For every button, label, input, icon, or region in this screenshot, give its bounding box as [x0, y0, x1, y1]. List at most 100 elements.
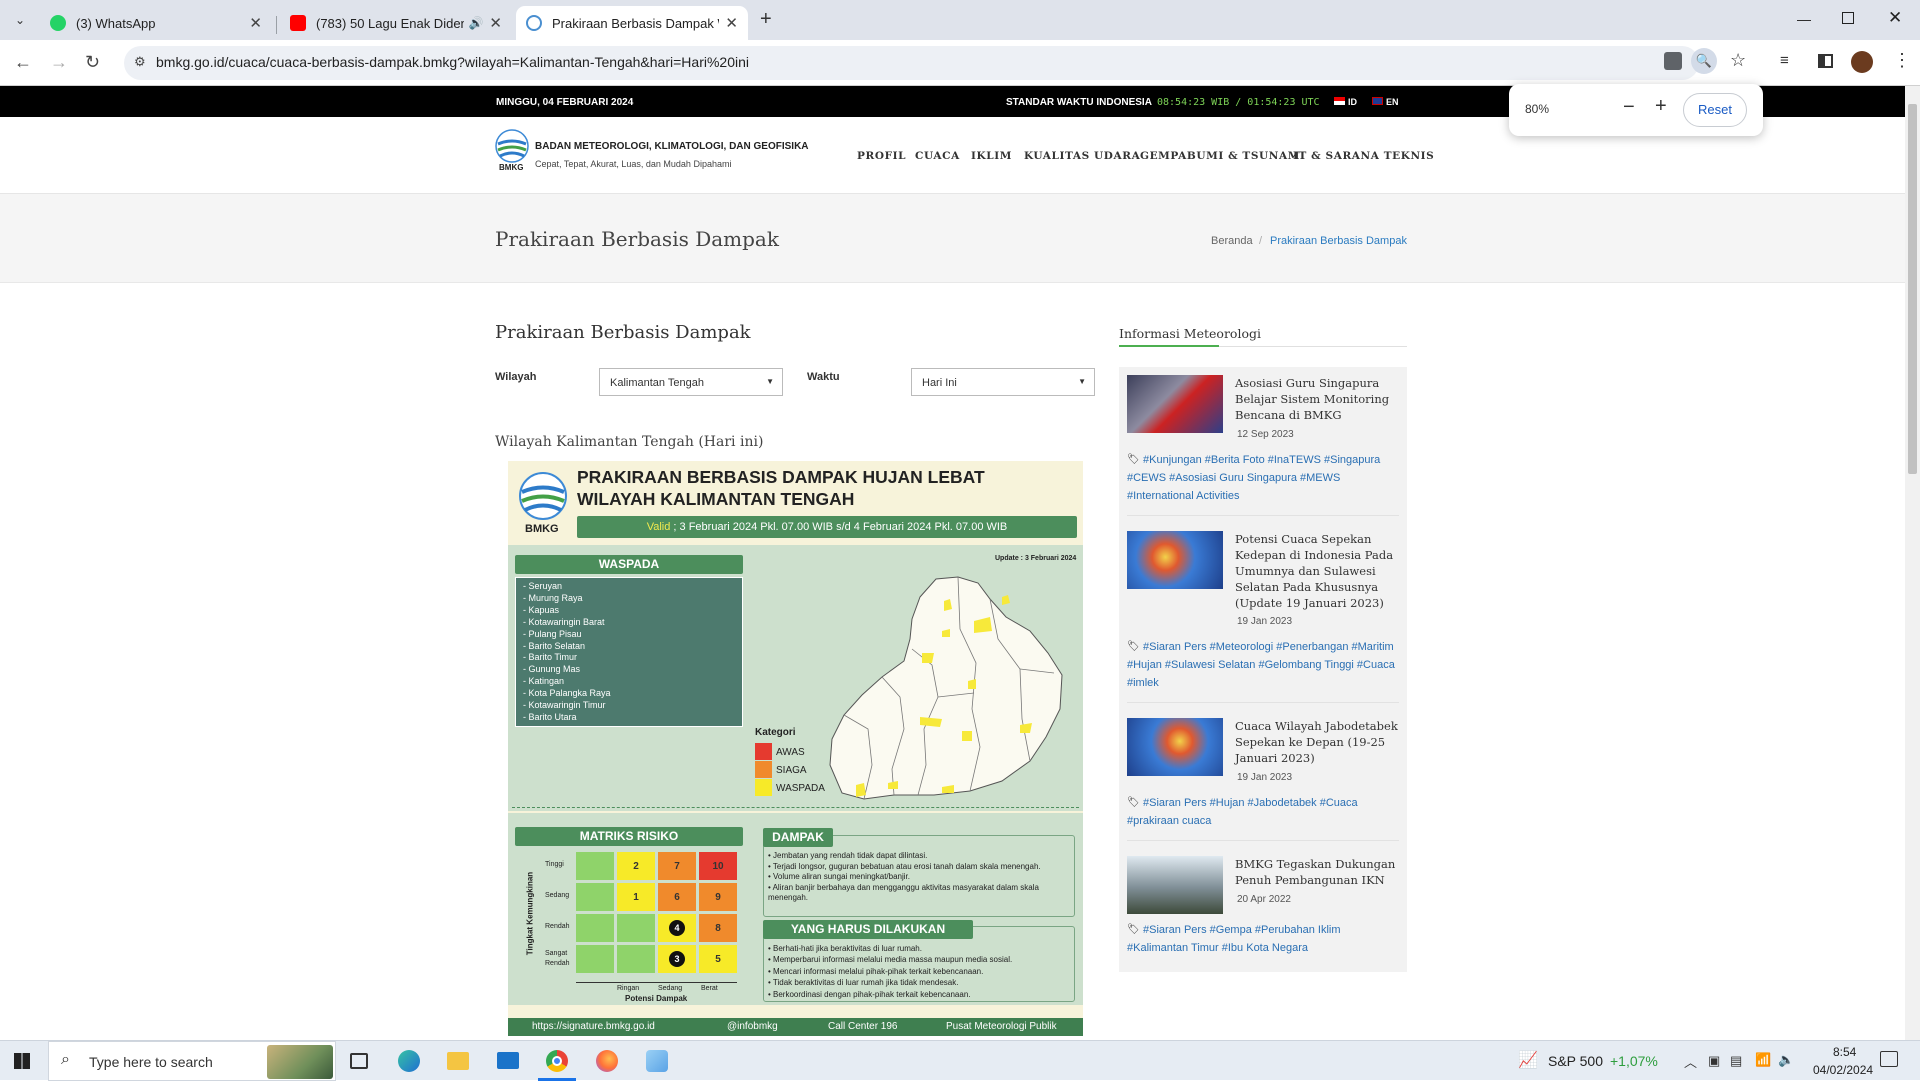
- harus-title: YANG HARUS DILAKUKAN: [763, 920, 973, 939]
- file-explorer-icon[interactable]: [447, 1052, 469, 1070]
- taskbar-search-box[interactable]: ⌕ Type here to search: [48, 1041, 336, 1081]
- matrix-cell-value: 6: [674, 891, 680, 903]
- task-view-icon[interactable]: [350, 1053, 368, 1069]
- time-value: 08:54:23 WIB / 01:54:23 UTC: [1157, 97, 1320, 108]
- harus-item: • Memperbarui informasi melalui media ma…: [768, 955, 1013, 965]
- flag-id-icon[interactable]: [1334, 97, 1345, 105]
- stock-name[interactable]: S&P 500: [1548, 1053, 1603, 1069]
- news-tags[interactable]: #Siaran Pers #Hujan #Jabodetabek #Cuaca …: [1127, 794, 1399, 830]
- menu-gempabumi[interactable]: GEMPABUMI & TSUNAMI: [1140, 150, 1305, 162]
- chrome-taskbar-icon[interactable]: [546, 1050, 568, 1072]
- org-name: BADAN METEOROLOGI, KLIMATOLOGI, DAN GEOF…: [535, 141, 809, 152]
- dampak-item: • Aliran banjir berbahaya dan mengganggu…: [768, 882, 1039, 903]
- tray-network-icon[interactable]: 📶: [1755, 1052, 1771, 1068]
- bmkg-logo[interactable]: BMKG: [495, 129, 529, 173]
- menu-dots-icon[interactable]: ⋮: [1893, 50, 1911, 71]
- dampak-list: • Jembatan yang rendah tidak dapat dilin…: [768, 851, 1074, 904]
- news-title[interactable]: Asosiasi Guru Singapura Belajar Sistem M…: [1235, 375, 1399, 423]
- zoom-popup: 80% − + Reset: [1509, 84, 1763, 136]
- menu-cuaca[interactable]: CUACA: [915, 150, 960, 162]
- region-item: - Pulang Pisau: [523, 628, 582, 639]
- mail-icon[interactable]: [497, 1052, 519, 1069]
- breadcrumb-home[interactable]: Beranda: [1211, 235, 1253, 247]
- waktu-select[interactable]: Hari Ini ▼: [911, 368, 1095, 396]
- page-scrollbar[interactable]: [1905, 86, 1920, 1040]
- lang-en-link[interactable]: EN: [1386, 97, 1399, 107]
- firefox-icon[interactable]: [596, 1050, 618, 1072]
- edge-icon[interactable]: [398, 1050, 420, 1072]
- site-info-icon[interactable]: ⚙: [134, 54, 146, 70]
- forward-icon[interactable]: →: [50, 52, 68, 73]
- stock-change[interactable]: +1,07%: [1610, 1053, 1658, 1069]
- profile-avatar[interactable]: [1851, 51, 1873, 73]
- close-icon[interactable]: ✕: [249, 14, 262, 32]
- valid-period-bar: Valid ; 3 Februari 2024 Pkl. 07.00 WIB s…: [577, 516, 1077, 538]
- windows-start-icon[interactable]: [14, 1053, 30, 1069]
- clock-time[interactable]: 8:54: [1833, 1045, 1856, 1059]
- stock-chart-icon[interactable]: 📈: [1518, 1050, 1538, 1070]
- menu-iklim[interactable]: IKLIM: [971, 150, 1012, 162]
- close-icon[interactable]: ✕: [725, 14, 738, 32]
- zoom-icon[interactable]: 🔍: [1691, 48, 1717, 74]
- news-tags[interactable]: #Siaran Pers #Meteorologi #Penerbangan #…: [1127, 638, 1399, 692]
- matrix-cell-value: 8: [715, 922, 721, 934]
- scrollbar-thumb[interactable]: [1908, 104, 1917, 474]
- side-panel-icon[interactable]: [1818, 54, 1833, 68]
- flag-uk-icon[interactable]: [1372, 97, 1383, 105]
- new-tab-icon[interactable]: +: [760, 8, 772, 31]
- menu-kualitas-udara[interactable]: KUALITAS UDARA: [1024, 150, 1140, 162]
- clock-date[interactable]: 04/02/2024: [1813, 1063, 1873, 1077]
- menu-profil[interactable]: PROFIL: [857, 150, 906, 162]
- zoom-reset-button[interactable]: Reset: [1683, 93, 1747, 127]
- tab-whatsapp[interactable]: (3) WhatsApp ✕: [40, 6, 272, 40]
- dampak-item: • Jembatan yang rendah tidak dapat dilin…: [768, 851, 928, 860]
- notifications-icon[interactable]: [1880, 1051, 1898, 1067]
- wilayah-select[interactable]: Kalimantan Tengah ▼: [599, 368, 783, 396]
- news-thumbnail[interactable]: [1127, 718, 1223, 776]
- zoom-out-button[interactable]: −: [1623, 96, 1635, 119]
- address-bar[interactable]: ⚙ bmkg.go.id/cuaca/cuaca-berbasis-dampak…: [124, 46, 1717, 80]
- tray-app-icon[interactable]: ▣: [1708, 1053, 1720, 1069]
- back-icon[interactable]: ←: [14, 52, 32, 73]
- news-title[interactable]: Potensi Cuaca Sepekan Kedepan di Indones…: [1235, 531, 1399, 611]
- menu-it-sarana[interactable]: IT & SARANA TEKNIS: [1293, 150, 1434, 162]
- news-thumbnail[interactable]: [1127, 856, 1223, 914]
- news-thumbnail[interactable]: [1127, 531, 1223, 589]
- col-label-sedang: Sedang: [658, 985, 683, 992]
- speaker-icon[interactable]: 🔊: [468, 16, 483, 30]
- zoom-in-button[interactable]: +: [1655, 95, 1667, 118]
- restore-icon[interactable]: [1842, 12, 1854, 24]
- matrix-cell: 2: [617, 852, 655, 880]
- news-thumbnail[interactable]: [1127, 375, 1223, 433]
- news-tags[interactable]: #Siaran Pers #Gempa #Perubahan Iklim #Ka…: [1127, 921, 1399, 957]
- lang-id-link[interactable]: ID: [1348, 97, 1357, 107]
- matrix-cell-value: 7: [674, 860, 680, 872]
- tray-meet-icon[interactable]: ▤: [1730, 1053, 1742, 1069]
- kategori-siaga-swatch: [755, 761, 772, 778]
- harus-list: • Berhati-hati jika beraktivitas di luar…: [768, 943, 1074, 1000]
- news-tags[interactable]: #Kunjungan #Berita Foto #InaTEWS #Singap…: [1127, 451, 1399, 505]
- translate-icon[interactable]: [1664, 52, 1682, 70]
- current-date: MINGGU, 04 FEBRUARI 2024: [496, 97, 634, 108]
- impact-forecast-infographic[interactable]: BMKG PRAKIRAAN BERBASIS DAMPAK HUJAN LEB…: [508, 461, 1083, 1036]
- region-item: - Kotawaringin Timur: [523, 700, 606, 711]
- media-controls-icon[interactable]: ≡: [1780, 52, 1789, 69]
- waktu-value: Hari Ini: [922, 377, 957, 389]
- tab-youtube[interactable]: (783) 50 Lagu Enak Didengar 🔊 ✕: [280, 6, 512, 40]
- tab-search-icon[interactable]: ⌄: [10, 10, 30, 30]
- minimize-icon[interactable]: —: [1797, 11, 1811, 27]
- footer-org: Pusat Meteorologi Publik: [946, 1021, 1057, 1032]
- close-window-icon[interactable]: ✕: [1888, 8, 1902, 28]
- close-icon[interactable]: ✕: [489, 14, 502, 32]
- tab-bmkg[interactable]: Prakiraan Berbasis Dampak Wil ✕: [516, 6, 748, 40]
- tray-volume-icon[interactable]: 🔈: [1778, 1052, 1794, 1068]
- chevron-up-icon[interactable]: ︿: [1684, 1052, 1697, 1071]
- news-title[interactable]: Cuaca Wilayah Jabodetabek Sepekan ke Dep…: [1235, 718, 1399, 766]
- paint-icon[interactable]: [646, 1050, 668, 1072]
- bookmark-star-icon[interactable]: ☆: [1730, 50, 1746, 71]
- news-title[interactable]: BMKG Tegaskan Dukungan Penuh Pembangunan…: [1235, 856, 1399, 888]
- region-item: - Kapuas: [523, 604, 560, 615]
- matrix-cell-value: 5: [715, 953, 721, 965]
- dampak-item: • Volume aliran sungai meningkat/banjir.: [768, 872, 910, 882]
- reload-icon[interactable]: ↻: [85, 52, 100, 73]
